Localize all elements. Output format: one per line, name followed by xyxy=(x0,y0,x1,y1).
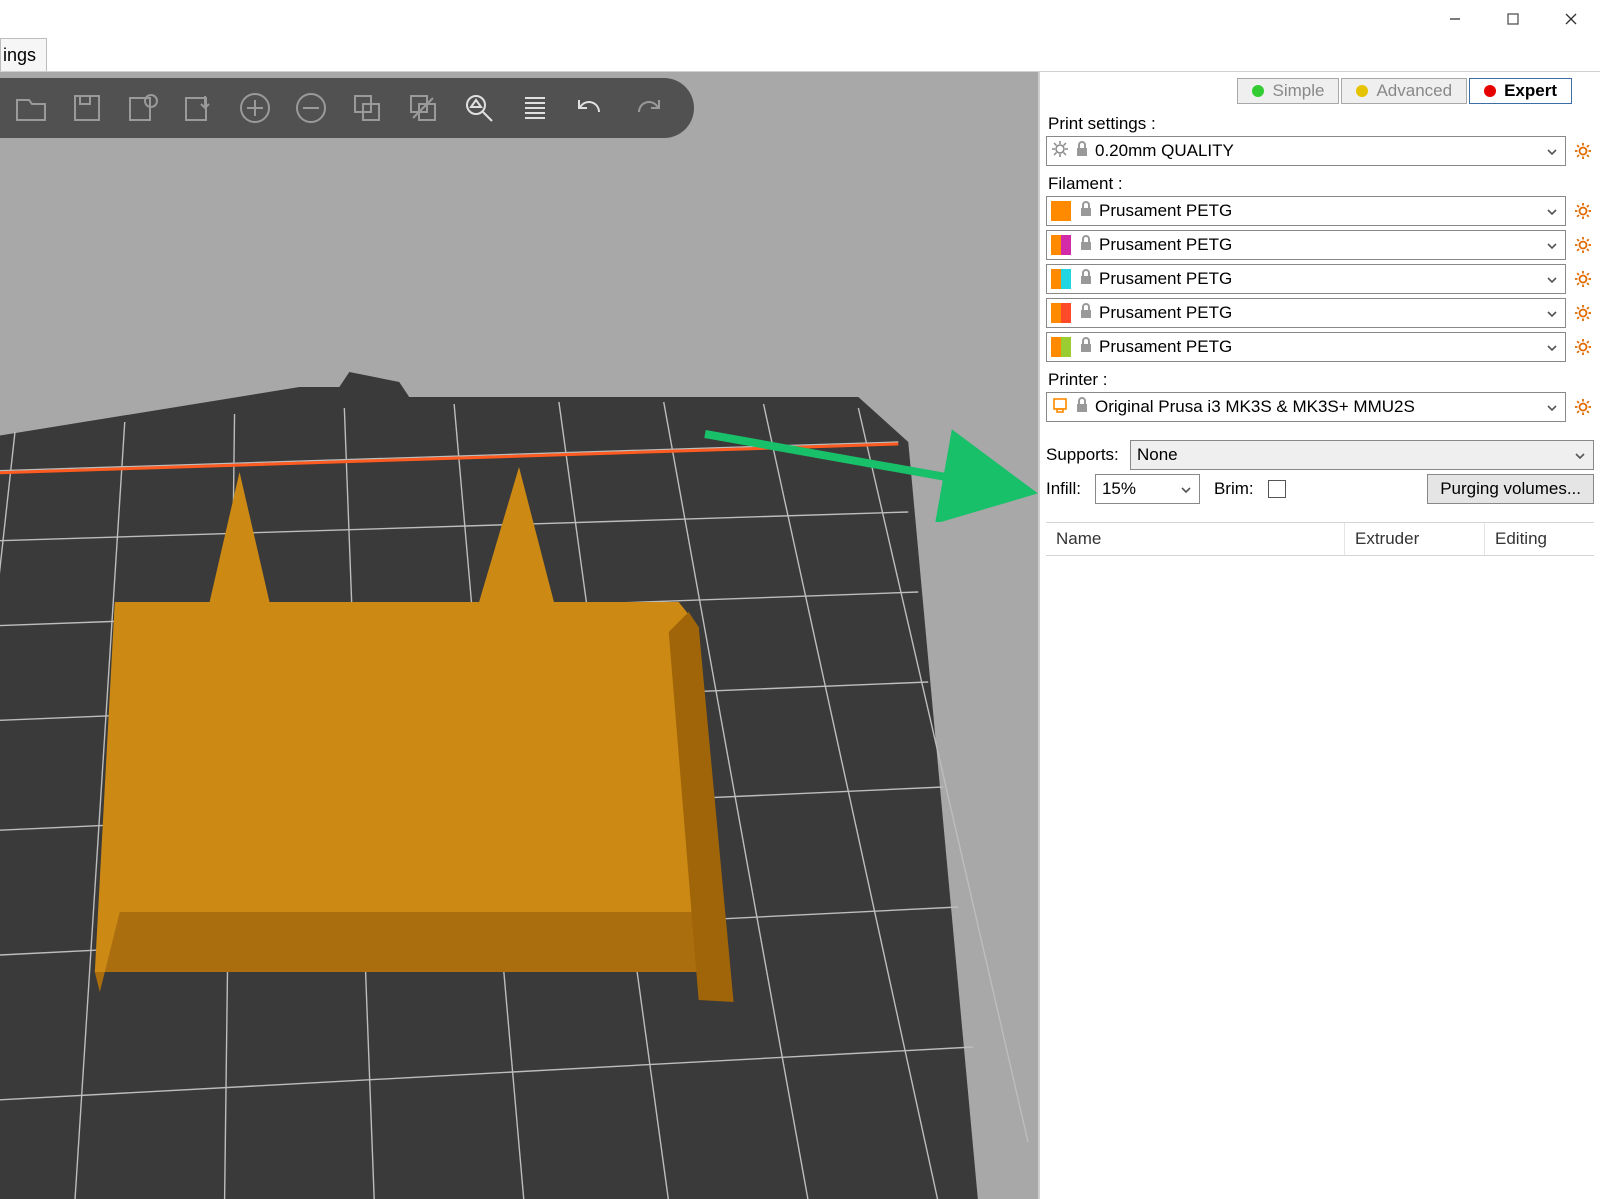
filament-color-swatch[interactable] xyxy=(1051,201,1071,221)
filament-select-5[interactable]: Prusament PETG xyxy=(1046,332,1566,362)
mode-expert[interactable]: Expert xyxy=(1469,78,1572,104)
remove-icon[interactable] xyxy=(290,87,332,129)
minimize-button[interactable] xyxy=(1426,0,1484,37)
lock-icon xyxy=(1077,200,1095,223)
edit-filament-button-3[interactable] xyxy=(1572,270,1594,288)
settings-sidebar: Simple Advanced Expert Print settings : … xyxy=(1040,72,1600,1199)
filament-name: Prusament PETG xyxy=(1099,201,1232,221)
infill-select[interactable]: 15% xyxy=(1095,474,1200,504)
edit-filament-button-5[interactable] xyxy=(1572,338,1594,356)
instances-add-icon[interactable] xyxy=(346,87,388,129)
maximize-button[interactable] xyxy=(1484,0,1542,37)
purging-volumes-button[interactable]: Purging volumes... xyxy=(1427,474,1594,504)
chevron-down-icon xyxy=(1573,448,1587,468)
printer-label: Printer : xyxy=(1048,370,1594,390)
infill-value: 15% xyxy=(1102,479,1136,499)
filament-name: Prusament PETG xyxy=(1099,337,1232,357)
filament-name: Prusament PETG xyxy=(1099,235,1232,255)
filament-color-swatch[interactable] xyxy=(1051,269,1071,289)
variable-layer-icon[interactable] xyxy=(514,87,556,129)
top-toolbar xyxy=(0,78,694,138)
filament-color-swatch[interactable] xyxy=(1051,337,1071,357)
close-button[interactable] xyxy=(1542,0,1600,37)
print-bed-scene xyxy=(0,72,1038,1199)
instances-remove-icon[interactable] xyxy=(402,87,444,129)
lock-icon xyxy=(1073,396,1091,419)
lock-icon xyxy=(1077,302,1095,325)
lock-icon xyxy=(1077,268,1095,291)
col-editing[interactable]: Editing xyxy=(1484,523,1594,555)
lock-icon xyxy=(1077,336,1095,359)
supports-value: None xyxy=(1137,445,1178,465)
redo-icon[interactable] xyxy=(626,87,668,129)
chevron-down-icon xyxy=(1545,238,1559,258)
gear-outline-icon xyxy=(1051,140,1069,163)
infill-label: Infill: xyxy=(1046,479,1081,499)
edit-print-settings-button[interactable] xyxy=(1572,142,1594,160)
window-titlebar xyxy=(0,0,1600,38)
col-name[interactable]: Name xyxy=(1046,523,1344,555)
printer-select[interactable]: Original Prusa i3 MK3S & MK3S+ MMU2S xyxy=(1046,392,1566,422)
add-icon[interactable] xyxy=(234,87,276,129)
chevron-down-icon xyxy=(1545,306,1559,326)
export-config-icon[interactable] xyxy=(178,87,220,129)
mode-simple[interactable]: Simple xyxy=(1237,78,1339,104)
chevron-down-icon xyxy=(1545,272,1559,292)
supports-select[interactable]: None xyxy=(1130,440,1594,470)
lock-icon xyxy=(1073,140,1091,163)
object-table-header: Name Extruder Editing xyxy=(1046,522,1594,556)
menu-item-settings-fragment[interactable]: ings xyxy=(0,38,47,71)
mode-simple-label: Simple xyxy=(1272,81,1324,101)
edit-printer-button[interactable] xyxy=(1572,398,1594,416)
filament-label: Filament : xyxy=(1048,174,1594,194)
filament-name: Prusament PETG xyxy=(1099,269,1232,289)
chevron-down-icon xyxy=(1545,340,1559,360)
edit-filament-button-2[interactable] xyxy=(1572,236,1594,254)
filament-select-1[interactable]: Prusament PETG xyxy=(1046,196,1566,226)
open-icon[interactable] xyxy=(10,87,52,129)
brim-checkbox[interactable] xyxy=(1268,480,1286,498)
edit-filament-button-1[interactable] xyxy=(1572,202,1594,220)
supports-label: Supports: xyxy=(1046,445,1124,465)
chevron-down-icon xyxy=(1545,144,1559,164)
undo-icon[interactable] xyxy=(570,87,612,129)
lock-icon xyxy=(1077,234,1095,257)
menu-bar: ings xyxy=(0,38,1600,72)
mode-switch: Simple Advanced Expert xyxy=(1046,78,1572,104)
filament-select-2[interactable]: Prusament PETG xyxy=(1046,230,1566,260)
col-extruder[interactable]: Extruder xyxy=(1344,523,1484,555)
chevron-down-icon xyxy=(1545,204,1559,224)
filament-select-3[interactable]: Prusament PETG xyxy=(1046,264,1566,294)
mode-expert-label: Expert xyxy=(1504,81,1557,101)
3d-viewport[interactable] xyxy=(0,72,1040,1199)
printer-icon xyxy=(1051,396,1069,419)
chevron-down-icon xyxy=(1179,482,1193,502)
search-icon[interactable] xyxy=(458,87,500,129)
chevron-down-icon xyxy=(1545,400,1559,420)
filament-name: Prusament PETG xyxy=(1099,303,1232,323)
brim-label: Brim: xyxy=(1214,479,1254,499)
import-config-icon[interactable] xyxy=(122,87,164,129)
filament-color-swatch[interactable] xyxy=(1051,303,1071,323)
print-settings-value: 0.20mm QUALITY xyxy=(1095,141,1234,161)
mode-advanced-label: Advanced xyxy=(1376,81,1452,101)
save-icon[interactable] xyxy=(66,87,108,129)
filament-color-swatch[interactable] xyxy=(1051,235,1071,255)
edit-filament-button-4[interactable] xyxy=(1572,304,1594,322)
filament-select-4[interactable]: Prusament PETG xyxy=(1046,298,1566,328)
mode-advanced[interactable]: Advanced xyxy=(1341,78,1467,104)
print-settings-label: Print settings : xyxy=(1048,114,1594,134)
print-settings-select[interactable]: 0.20mm QUALITY xyxy=(1046,136,1566,166)
printer-value: Original Prusa i3 MK3S & MK3S+ MMU2S xyxy=(1095,397,1415,417)
object-table-body xyxy=(1046,556,1594,1199)
